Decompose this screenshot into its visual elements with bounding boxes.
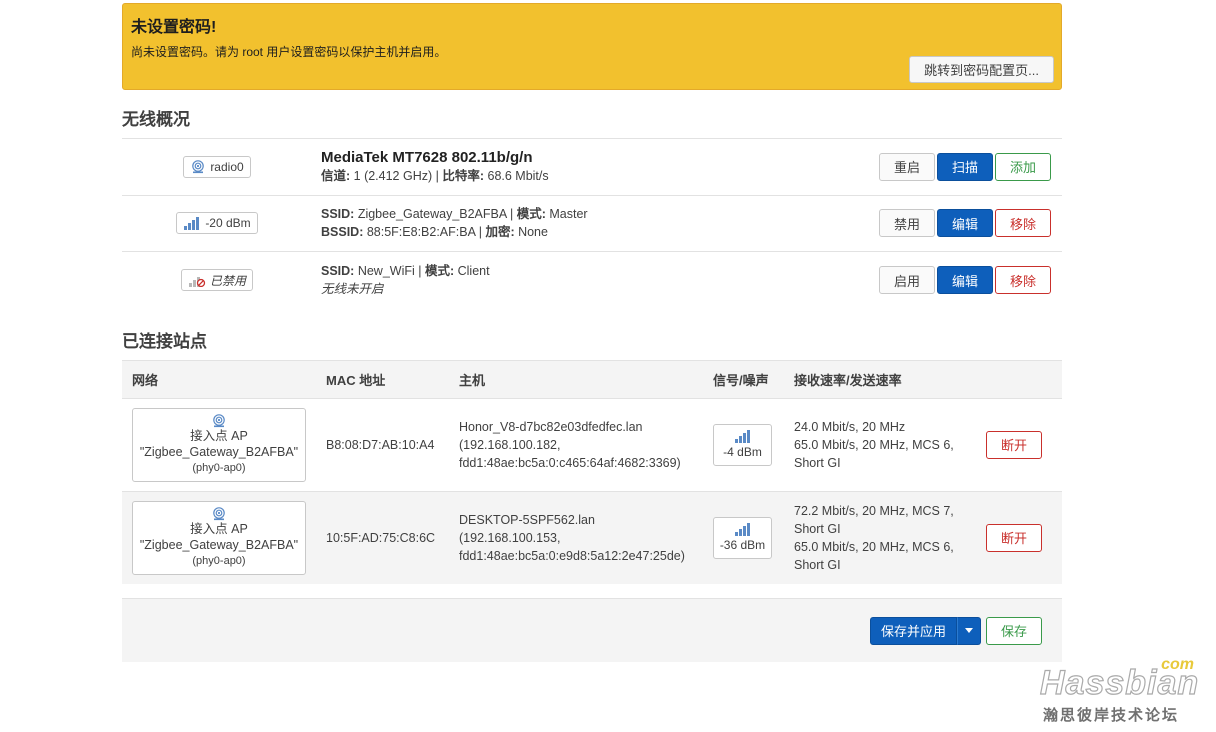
disable-network-button[interactable]: 禁用 [879, 209, 935, 238]
scan-button[interactable]: 扫描 [937, 152, 993, 181]
table-row: 接入点 AP "Zigbee_Gateway_B2AFBA" (phy0-ap0… [122, 397, 1062, 491]
network-cell: 接入点 AP "Zigbee_Gateway_B2AFBA" (phy0-ap0… [132, 407, 306, 482]
edit-network-button[interactable]: 编辑 [937, 209, 993, 238]
save-apply-button[interactable]: 保存并应用 [869, 616, 957, 645]
network-mode: 接入点 AP [190, 428, 248, 443]
watermark-logo: com Hassbian 瀚思彼岸技术论坛 [1036, 656, 1206, 726]
network-row: -20 dBm SSID: Zigbee_Gateway_B2AFBA | 模式… [122, 196, 1062, 252]
goto-password-config-button[interactable]: 跳转到密码配置页... [909, 56, 1054, 83]
form-actions: 保存并应用 保存 [122, 598, 1062, 662]
column-signal: 信号/噪声 [713, 372, 769, 388]
edit-network-button[interactable]: 编辑 [937, 266, 993, 295]
mac-cell: 10:5F:AD:75:C8:6C [326, 530, 436, 545]
mac-cell: B8:08:D7:AB:10:A4 [326, 437, 435, 452]
watermark-brand: Hassbian [1039, 663, 1200, 702]
network-mode: 接入点 AP [190, 521, 248, 536]
signal-bars-icon [734, 522, 750, 536]
network-status: 无线未开启 [321, 282, 384, 297]
enable-network-button[interactable]: 启用 [879, 266, 935, 295]
caret-down-icon [965, 628, 973, 633]
signal-cell: -36 dBm [713, 516, 772, 559]
remove-network-button[interactable]: 移除 [995, 266, 1051, 295]
radio-row: radio0 MediaTek MT7628 802.11b/g/n 信道: 1… [122, 139, 1062, 196]
rate-cell: 24.0 Mbit/s, 20 MHz 65.0 Mbit/s, 20 MHz,… [794, 419, 954, 470]
main-content: 未设置密码! 尚未设置密码。请为 root 用户设置密码以保护主机并启用。 跳转… [122, 3, 1062, 584]
add-network-button[interactable]: 添加 [995, 152, 1051, 181]
network-cell: 接入点 AP "Zigbee_Gateway_B2AFBA" (phy0-ap0… [132, 500, 306, 575]
disconnect-button[interactable]: 断开 [986, 430, 1042, 459]
radio-details: 信道: 1 (2.412 GHz) | 比特率: 68.6 Mbit/s [321, 168, 549, 183]
restart-button[interactable]: 重启 [879, 152, 935, 181]
network-iface: (phy0-ap0) [192, 461, 246, 474]
password-warning-alert: 未设置密码! 尚未设置密码。请为 root 用户设置密码以保护主机并启用。 跳转… [122, 3, 1062, 90]
save-button[interactable]: 保存 [986, 616, 1042, 645]
disconnect-button[interactable]: 断开 [986, 523, 1042, 552]
table-header: 网络 MAC 地址 主机 信号/噪声 接收速率/发送速率 [122, 359, 1062, 398]
host-cell: Honor_V8-d7bc82e03dfedfec.lan (192.168.1… [459, 419, 681, 470]
signal-bars-icon [184, 217, 200, 231]
wifi-antenna-icon [213, 413, 225, 427]
wireless-overview-heading: 无线概况 [122, 110, 190, 129]
watermark-subtitle: 瀚思彼岸技术论坛 [1043, 707, 1180, 724]
column-network: 网络 [132, 372, 159, 388]
column-rate: 接收速率/发送速率 [794, 372, 902, 388]
table-row: 接入点 AP "Zigbee_Gateway_B2AFBA" (phy0-ap0… [122, 490, 1062, 584]
remove-network-button[interactable]: 移除 [995, 209, 1051, 238]
signal-cell: -4 dBm [713, 423, 772, 466]
wifi-disabled-icon [188, 277, 206, 288]
column-mac: MAC 地址 [326, 372, 386, 388]
network-ssid: "Zigbee_Gateway_B2AFBA" [139, 444, 299, 459]
network-ssid: "Zigbee_Gateway_B2AFBA" [139, 537, 299, 552]
network-ssid-line: SSID: Zigbee_Gateway_B2AFBA | 模式: Master [321, 207, 588, 222]
signal-badge: -20 dBm [176, 212, 258, 235]
save-apply-dropdown-toggle[interactable] [957, 616, 981, 645]
rate-cell: 72.2 Mbit/s, 20 MHz, MCS 7, Short GI 65.… [794, 503, 954, 572]
host-cell: DESKTOP-5SPF562.lan (192.168.100.153, fd… [459, 512, 685, 563]
radio-badge: radio0 [183, 155, 251, 178]
radio-device-title: MediaTek MT7628 802.11b/g/n [321, 148, 533, 166]
signal-bars-icon [734, 429, 750, 443]
radio-name: radio0 [210, 159, 244, 174]
wireless-overview-table: radio0 MediaTek MT7628 802.11b/g/n 信道: 1… [122, 138, 1062, 309]
save-apply-split-button: 保存并应用 [869, 616, 981, 645]
disabled-label: 已禁用 [209, 273, 246, 288]
stations-table: 网络 MAC 地址 主机 信号/噪声 接收速率/发送速率 接入点 AP "Zig… [122, 359, 1062, 584]
wifi-antenna-icon [192, 159, 205, 173]
alert-title: 未设置密码! [131, 19, 217, 36]
signal-value: -20 dBm [205, 216, 251, 231]
wifi-antenna-icon [213, 506, 225, 520]
network-bssid-line: BSSID: 88:5F:E8:B2:AF:BA | 加密: None [321, 225, 548, 240]
network-ssid-line: SSID: New_WiFi | 模式: Client [321, 264, 490, 279]
disabled-badge: 已禁用 [180, 269, 253, 292]
network-iface: (phy0-ap0) [192, 554, 246, 567]
network-row: 已禁用 SSID: New_WiFi | 模式: Client 无线未开启 启用… [122, 252, 1062, 309]
connected-stations-heading: 已连接站点 [122, 331, 207, 351]
column-host: 主机 [459, 372, 486, 388]
